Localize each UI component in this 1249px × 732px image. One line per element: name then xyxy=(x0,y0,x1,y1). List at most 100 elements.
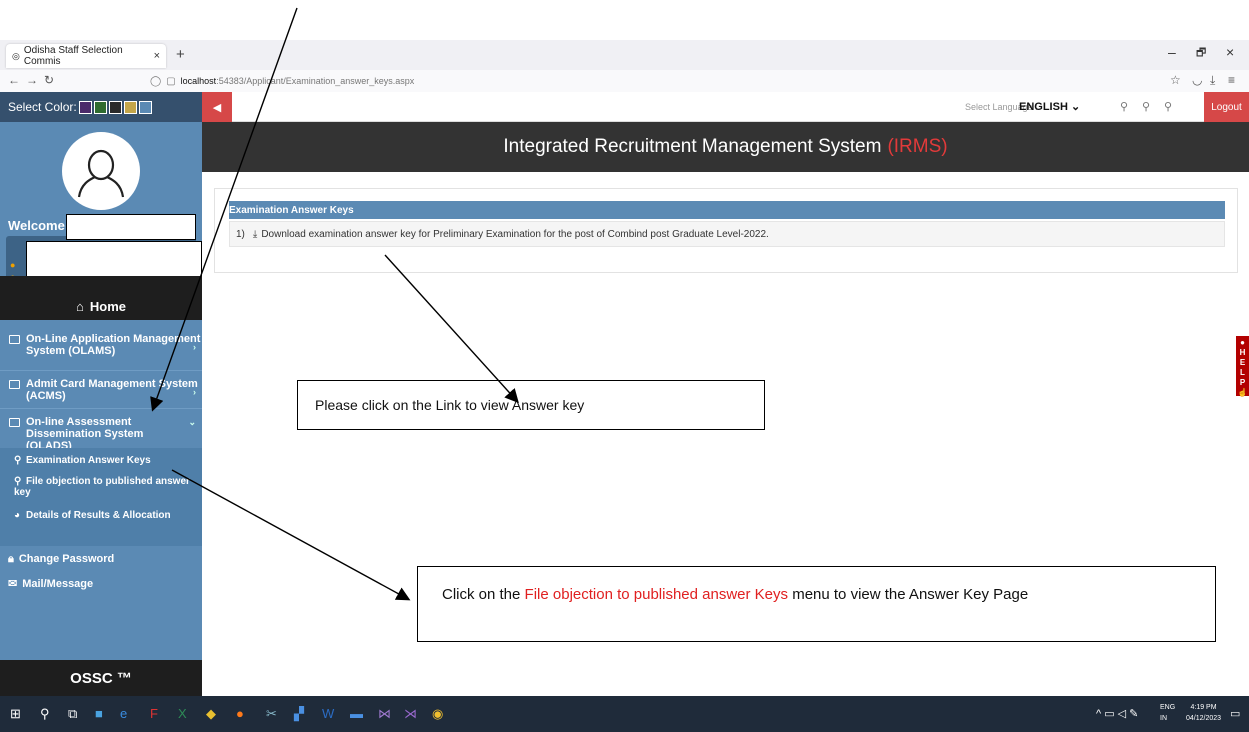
lock-icon: 🔒︎ xyxy=(8,553,14,565)
chevron-down-icon: ⌄ xyxy=(188,417,196,427)
vs-code-icon[interactable]: ⋈ xyxy=(378,706,391,722)
reload-icon[interactable]: ↻ xyxy=(44,73,54,87)
home-icon: ⌂ xyxy=(76,298,84,314)
answer-key-download-link[interactable]: Download examination answer key for Prel… xyxy=(261,229,769,240)
minimize-icon[interactable]: – xyxy=(1168,44,1176,60)
menu-hint-suffix: menu to view the Answer Key Page xyxy=(792,586,1029,603)
logout-button[interactable]: Logout xyxy=(1204,92,1249,122)
visual-studio-icon[interactable]: ⋊ xyxy=(404,706,417,722)
submenu-label: Details of Results & Allocation xyxy=(26,510,171,521)
language-indicator[interactable]: ENG IN xyxy=(1160,702,1175,724)
app-icon[interactable]: ▞ xyxy=(294,706,304,722)
pointer-hand-icon: ☝ xyxy=(1237,388,1248,397)
color-swatch-gold[interactable] xyxy=(123,100,137,114)
firefox-icon[interactable]: ● xyxy=(236,706,244,721)
lang-code: ENG xyxy=(1160,704,1176,711)
window-close-icon[interactable]: × xyxy=(1226,44,1234,60)
browser-tab-bar: ◎ Odisha Staff Selection Commis × + – 🗗 … xyxy=(0,40,1249,70)
forward-arrow-icon[interactable]: → xyxy=(26,73,38,87)
color-swatch-purple[interactable] xyxy=(78,100,92,114)
avatar xyxy=(62,132,140,210)
excel-icon[interactable]: X xyxy=(178,706,187,721)
chevron-down-icon: ⌄ xyxy=(1070,101,1081,113)
maximize-icon[interactable]: 🗗 xyxy=(1196,44,1206,63)
select-color-bar: Select Color: xyxy=(0,92,202,122)
submenu-examination-answer-keys[interactable]: ⚲ Examination Answer Keys xyxy=(14,455,151,466)
zoom-reset-icon[interactable]: ⚲ xyxy=(1142,100,1150,113)
key-search-icon: ⚲ xyxy=(14,455,22,466)
chrome-icon[interactable]: ◉ xyxy=(432,706,443,722)
search-icon[interactable]: ⚲ xyxy=(40,706,50,722)
submenu-label: File objection to published answer key xyxy=(14,476,190,498)
chevron-right-icon: › xyxy=(193,387,196,397)
snipping-tool-icon[interactable]: ✂ xyxy=(266,706,277,722)
new-tab-button[interactable]: + xyxy=(176,46,185,63)
change-password-link[interactable]: 🔒︎ Change Password xyxy=(8,553,114,566)
edge-icon[interactable]: e xyxy=(120,706,127,721)
pocket-icon[interactable]: ◡ xyxy=(1192,73,1202,87)
link-hint-text: Please click on the Link to view Answer … xyxy=(315,397,585,413)
color-swatch-green[interactable] xyxy=(93,100,107,114)
key-search-icon: ⚲ xyxy=(14,476,22,487)
back-arrow-icon[interactable]: ← xyxy=(8,73,20,87)
tab-close-icon[interactable]: × xyxy=(154,50,160,62)
clock[interactable]: 4:19 PM 04/12/2023 xyxy=(1186,702,1221,724)
home-link[interactable]: ⌂ Home xyxy=(0,276,202,320)
mail-message-link[interactable]: ✉ Mail/Message xyxy=(8,577,93,590)
zoom-out-icon[interactable]: ⚲ xyxy=(1120,100,1128,113)
zoom-in-icon[interactable]: ⚲ xyxy=(1164,100,1172,113)
divider xyxy=(0,370,202,371)
color-swatch-blue[interactable] xyxy=(138,100,152,114)
card-title: Examination Answer Keys xyxy=(229,201,1225,219)
remote-desktop-icon[interactable]: ▬ xyxy=(350,706,363,721)
change-password-label: Change Password xyxy=(18,553,115,565)
page-title-acronym: (IRMS) xyxy=(887,136,948,157)
mail-message-label: Mail/Message xyxy=(22,578,94,590)
file-explorer-icon[interactable]: ■ xyxy=(95,706,103,721)
page-toolbar: ◀ Select Language : ENGLISH ⌄ ⚲ ⚲ ⚲ Logo… xyxy=(202,92,1249,122)
browser-nav-bar: ← → ↻ ◯ ▢ localhost:54383/Applicant/Exam… xyxy=(0,70,1249,92)
list-item: 1) ⤓ Download examination answer key for… xyxy=(229,221,1225,247)
pie-chart-icon: ◕ xyxy=(14,510,21,521)
sidebar-toggle-button[interactable]: ◀ xyxy=(202,92,232,122)
menu-item-acms[interactable]: Admit Card Management System (ACMS) › xyxy=(0,378,202,402)
paint-icon[interactable]: ◆ xyxy=(206,706,216,722)
language-select[interactable]: ENGLISH ⌄ xyxy=(1019,100,1080,113)
document-top-margin xyxy=(0,0,1249,40)
download-icon[interactable]: ⤓ xyxy=(1210,73,1215,88)
home-label: Home xyxy=(89,298,126,314)
browser-tab[interactable]: ◎ Odisha Staff Selection Commis × xyxy=(6,44,166,68)
olads-submenu: ⚲ Examination Answer Keys ⚲ File objection… xyxy=(0,448,202,546)
url-path: :54383/Applicant/Examination_answer_keys… xyxy=(216,76,415,86)
task-view-icon[interactable]: ⧉ xyxy=(68,706,77,722)
bookmark-star-icon[interactable]: ☆ xyxy=(1170,73,1181,87)
page-title-banner: Integrated Recruitment Management System… xyxy=(202,122,1249,172)
menu-hint-callout: Click on the File objection to published… xyxy=(417,566,1216,642)
user-icon: ● xyxy=(10,260,16,270)
help-label: HELP xyxy=(1239,348,1246,387)
region-code: IN xyxy=(1160,715,1167,722)
color-swatch-black[interactable] xyxy=(108,100,122,114)
filezilla-icon[interactable]: F xyxy=(150,706,158,721)
notification-icon[interactable]: ▭ xyxy=(1230,707,1240,720)
menu-hint-prefix: Click on the xyxy=(442,586,521,603)
tab-title: Odisha Staff Selection Commis xyxy=(23,45,123,67)
submenu-details-results[interactable]: ◕ Details of Results & Allocation xyxy=(14,510,171,521)
tray-icons[interactable]: ^ ▭ ◁ ✎ xyxy=(1096,707,1138,720)
sidebar-footer: OSSC ™ xyxy=(0,660,202,696)
help-tab[interactable]: ● HELP ☝ xyxy=(1236,336,1249,397)
windows-taskbar: ⊞ ⚲ ⧉ ■ e F X ◆ ● ✂ ▞ W ▬ ⋈ ⋊ ◉ ^ ▭ ◁ ✎ … xyxy=(0,696,1249,732)
profile-area: Welcome ● ● ● xyxy=(0,122,202,298)
submenu-file-objection[interactable]: ⚲ File objection to published answer key xyxy=(14,476,194,498)
menu-item-olams[interactable]: On-Line Application Management System (O… xyxy=(0,333,202,357)
sidebar: Select Color: Welcome ● ● ● xyxy=(0,92,202,696)
menu-item-label: On-line Assessment Dissemination System … xyxy=(26,416,144,452)
extensions-icon[interactable]: ≡ xyxy=(1228,73,1235,87)
address-bar[interactable]: ◯ ▢ localhost:54383/Applicant/Examinatio… xyxy=(150,72,990,90)
menu-hint-highlight: File objection to published answer Keys xyxy=(524,586,789,603)
menu-item-olads[interactable]: On-line Assessment Dissemination System … xyxy=(0,416,202,452)
shield-icon: ◯ xyxy=(150,75,162,87)
language-value: ENGLISH xyxy=(1019,101,1068,113)
windows-start-icon[interactable]: ⊞ xyxy=(10,706,21,722)
word-icon[interactable]: W xyxy=(322,706,334,721)
